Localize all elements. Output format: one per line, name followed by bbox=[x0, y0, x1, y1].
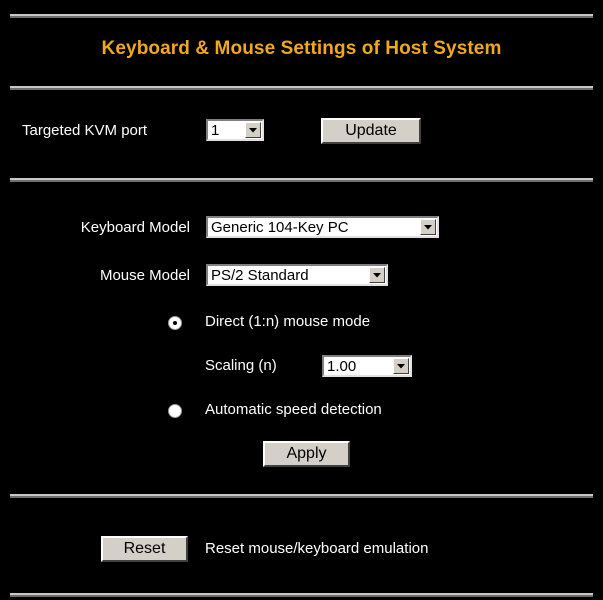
settings-divider bbox=[10, 494, 593, 498]
title-divider bbox=[10, 86, 593, 90]
chevron-down-icon[interactable] bbox=[245, 122, 261, 138]
kvm-port-value: 1 bbox=[211, 121, 220, 139]
page-title: Keyboard & Mouse Settings of Host System bbox=[101, 38, 502, 59]
direct-mode-radio[interactable] bbox=[168, 316, 182, 330]
scaling-select[interactable]: 1.00 bbox=[322, 355, 412, 377]
chevron-down-icon[interactable] bbox=[420, 219, 436, 235]
bottom-divider bbox=[10, 593, 593, 597]
radio-selected-dot bbox=[173, 321, 177, 325]
scaling-label: Scaling (n) bbox=[205, 357, 277, 374]
mouse-model-value: PS/2 Standard bbox=[211, 266, 309, 284]
direct-mode-label: Direct (1:n) mouse mode bbox=[205, 313, 371, 330]
update-button[interactable]: Update bbox=[321, 118, 421, 144]
settings-panel: Keyboard & Mouse Settings of Host System… bbox=[0, 0, 603, 600]
reset-description: Reset mouse/keyboard emulation bbox=[205, 540, 429, 557]
keyboard-model-value: Generic 104-Key PC bbox=[211, 218, 349, 236]
mouse-model-select[interactable]: PS/2 Standard bbox=[206, 264, 388, 286]
scaling-value: 1.00 bbox=[327, 357, 357, 375]
auto-speed-label: Automatic speed detection bbox=[205, 401, 382, 418]
kvm-port-select[interactable]: 1 bbox=[206, 119, 264, 141]
reset-button[interactable]: Reset bbox=[101, 536, 188, 562]
chevron-down-icon[interactable] bbox=[393, 358, 409, 374]
kvm-port-label: Targeted KVM port bbox=[22, 122, 148, 139]
keyboard-model-select[interactable]: Generic 104-Key PC bbox=[206, 216, 439, 238]
port-divider bbox=[10, 178, 593, 182]
apply-button[interactable]: Apply bbox=[263, 441, 350, 467]
top-divider bbox=[10, 14, 593, 18]
keyboard-model-label: Keyboard Model bbox=[80, 219, 190, 236]
chevron-down-icon[interactable] bbox=[369, 267, 385, 283]
auto-speed-radio[interactable] bbox=[168, 404, 182, 418]
mouse-model-label: Mouse Model bbox=[99, 267, 190, 284]
